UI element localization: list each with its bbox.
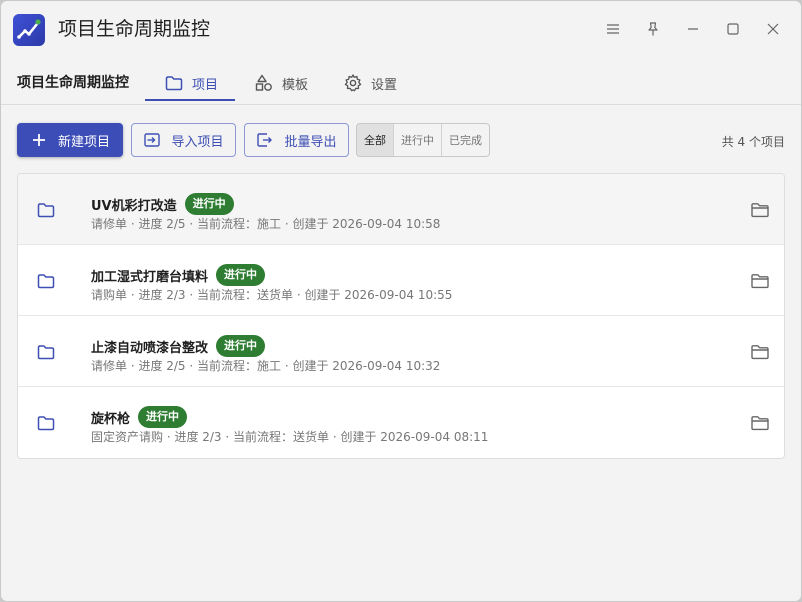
status-badge: 进行中 <box>216 264 266 286</box>
folder-icon <box>165 76 183 91</box>
tab-projects[interactable]: 项目 <box>154 63 228 103</box>
project-row[interactable]: 旋杯枪 进行中 固定资产请购 · 进度 2/3 · 当前流程：送货单 · 创建于… <box>18 387 784 458</box>
new-project-button[interactable]: 新建项目 <box>17 123 123 157</box>
import-project-label: 导入项目 <box>171 134 224 150</box>
project-name: 旋杯枪 <box>91 411 131 427</box>
close-icon <box>767 23 779 35</box>
status-badge: 进行中 <box>138 406 188 428</box>
tab-label: 模板 <box>282 77 309 93</box>
filter-completed[interactable]: 已完成 <box>441 124 489 156</box>
project-meta: 请修单 · 进度 2/5 · 当前流程：施工 · 创建于 2026-09-04 … <box>91 359 441 373</box>
menu-button[interactable] <box>595 15 631 43</box>
folder-icon <box>36 200 56 220</box>
import-project-button[interactable]: 导入项目 <box>131 123 236 157</box>
close-button[interactable] <box>755 15 791 43</box>
open-folder-icon <box>751 203 769 218</box>
project-name: 止漆自动喷漆台整改 <box>91 340 209 356</box>
minimize-icon <box>688 28 698 30</box>
plus-icon <box>32 134 45 146</box>
project-row[interactable]: UV机彩打改造 进行中 请修单 · 进度 2/5 · 当前流程：施工 · 创建于… <box>18 174 784 245</box>
nav-bar: 项目生命周期监控 项目 模板 设置 <box>1 57 801 105</box>
status-badge: 进行中 <box>216 335 266 357</box>
project-row[interactable]: 止漆自动喷漆台整改 进行中 请修单 · 进度 2/5 · 当前流程：施工 · 创… <box>18 316 784 387</box>
open-folder-button[interactable] <box>750 342 770 362</box>
open-folder-button[interactable] <box>750 271 770 291</box>
open-folder-button[interactable] <box>750 200 770 220</box>
folder-icon <box>36 271 56 291</box>
menu-icon <box>607 24 619 34</box>
import-icon <box>144 133 161 147</box>
active-tab-indicator <box>145 99 235 101</box>
maximize-button[interactable] <box>715 15 751 43</box>
window-title: 项目生命周期监控 <box>58 18 211 40</box>
project-title: 止漆自动喷漆台整改 进行中 <box>91 335 266 357</box>
open-folder-icon <box>751 345 769 360</box>
batch-export-label: 批量导出 <box>284 134 337 150</box>
minimize-button[interactable] <box>675 15 711 43</box>
status-badge: 进行中 <box>184 193 234 215</box>
open-folder-button[interactable] <box>750 413 770 433</box>
toolbar: 新建项目 导入项目 批量导出 全部 进行中 已完成 共 4 个项目 <box>1 105 801 173</box>
tab-label: 项目 <box>192 77 219 93</box>
folder-icon <box>36 413 56 433</box>
project-title: UV机彩打改造 进行中 <box>91 193 234 215</box>
status-filter: 全部 进行中 已完成 <box>356 123 490 157</box>
title-bar: 项目生命周期监控 <box>1 1 801 57</box>
maximize-icon <box>727 23 739 35</box>
tab-templates[interactable]: 模板 <box>244 63 318 103</box>
project-list: UV机彩打改造 进行中 请修单 · 进度 2/5 · 当前流程：施工 · 创建于… <box>17 173 785 459</box>
project-title: 旋杯枪 进行中 <box>91 406 188 428</box>
project-row[interactable]: 加工湿式打磨台填料 进行中 请购单 · 进度 2/3 · 当前流程：送货单 · … <box>18 245 784 316</box>
nav-brand: 项目生命周期监控 <box>17 75 129 91</box>
tab-settings[interactable]: 设置 <box>333 63 407 103</box>
project-count: 共 4 个项目 <box>721 135 785 149</box>
project-meta: 请修单 · 进度 2/5 · 当前流程：施工 · 创建于 2026-09-04 … <box>91 217 441 231</box>
project-title: 加工湿式打磨台填料 进行中 <box>91 264 266 286</box>
open-folder-icon <box>751 416 769 431</box>
folder-icon <box>36 342 56 362</box>
new-project-label: 新建项目 <box>57 134 110 150</box>
pin-button[interactable] <box>635 15 671 43</box>
app-window: 项目生命周期监控 项目生命周期监控 项目 模板 设置 新建项目 导入项目 批量导… <box>1 1 801 601</box>
project-name: UV机彩打改造 <box>91 198 177 214</box>
filter-in-progress[interactable]: 进行中 <box>393 124 441 156</box>
project-meta: 请购单 · 进度 2/3 · 当前流程：送货单 · 创建于 2026-09-04… <box>91 288 453 302</box>
open-folder-icon <box>751 274 769 289</box>
gear-icon <box>344 74 362 92</box>
project-meta: 固定资产请购 · 进度 2/3 · 当前流程：送货单 · 创建于 2026-09… <box>91 430 489 444</box>
pin-icon <box>648 22 658 36</box>
project-name: 加工湿式打磨台填料 <box>91 269 209 285</box>
filter-all[interactable]: 全部 <box>357 124 393 156</box>
batch-export-button[interactable]: 批量导出 <box>244 123 349 157</box>
app-logo-icon <box>13 14 45 46</box>
tab-label: 设置 <box>371 77 398 93</box>
shapes-icon <box>255 74 272 91</box>
export-icon <box>257 133 273 147</box>
